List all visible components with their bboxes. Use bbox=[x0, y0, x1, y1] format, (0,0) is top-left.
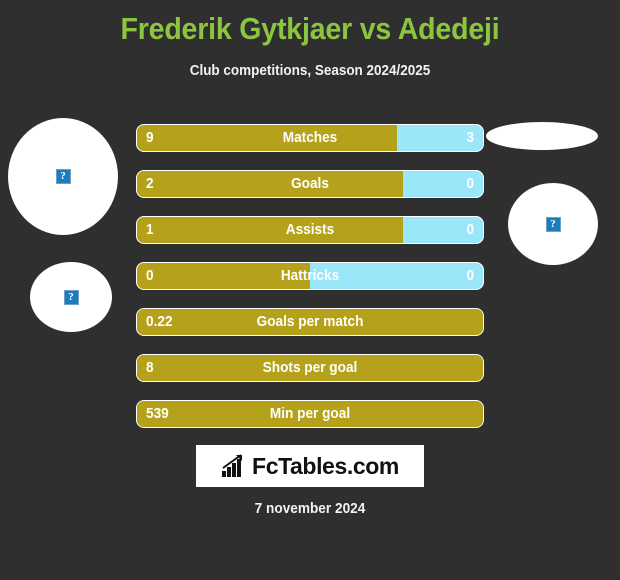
stat-row: 9 Matches 3 bbox=[136, 124, 484, 152]
stat-label: Goals per match bbox=[256, 314, 364, 330]
stat-away-value: 3 bbox=[466, 130, 474, 146]
fctables-logo-text: FcTables.com bbox=[252, 452, 399, 479]
stat-label: Assists bbox=[285, 222, 335, 238]
home-player-photo-top: ? bbox=[8, 118, 118, 235]
stat-row: 539 Min per goal bbox=[136, 400, 484, 428]
stat-row: 8 Shots per goal bbox=[136, 354, 484, 382]
stat-row: 0 Hattricks 0 bbox=[136, 262, 484, 290]
stat-row: 0.22 Goals per match bbox=[136, 308, 484, 336]
stats-comparison-list: 9 Matches 3 2 Goals 0 1 Assists 0 0 Hattricks 0 0.22… bbox=[136, 124, 484, 446]
stat-away-value: 0 bbox=[466, 268, 474, 284]
home-player-photo-bottom: ? bbox=[30, 262, 112, 332]
bar-chart-icon bbox=[222, 454, 243, 477]
stat-label: Min per goal bbox=[269, 406, 351, 422]
stat-row: 2 Goals 0 bbox=[136, 170, 484, 198]
header: Frederik Gytkjaer vs Adedeji Club compet… bbox=[0, 0, 620, 80]
away-player-photo-bottom: ? bbox=[508, 183, 598, 265]
page-title: Frederik Gytkjaer vs Adedeji bbox=[120, 11, 500, 46]
stat-label: Hattricks bbox=[280, 268, 340, 284]
stat-row: 1 Assists 0 bbox=[136, 216, 484, 244]
stat-away-value: 0 bbox=[466, 222, 474, 238]
broken-image-icon: ? bbox=[545, 216, 561, 232]
broken-image-icon: ? bbox=[63, 289, 79, 305]
stat-label: Shots per goal bbox=[262, 360, 358, 376]
page-subtitle: Club competitions, Season 2024/2025 bbox=[189, 63, 431, 79]
away-player-photo-top bbox=[486, 122, 598, 150]
stat-away-value: 0 bbox=[466, 176, 474, 192]
stat-label: Goals bbox=[291, 176, 329, 192]
stat-label: Matches bbox=[282, 130, 338, 146]
date-label: 7 november 2024 bbox=[254, 501, 366, 517]
fctables-logo[interactable]: FcTables.com bbox=[196, 445, 424, 487]
broken-image-icon: ? bbox=[55, 169, 71, 184]
